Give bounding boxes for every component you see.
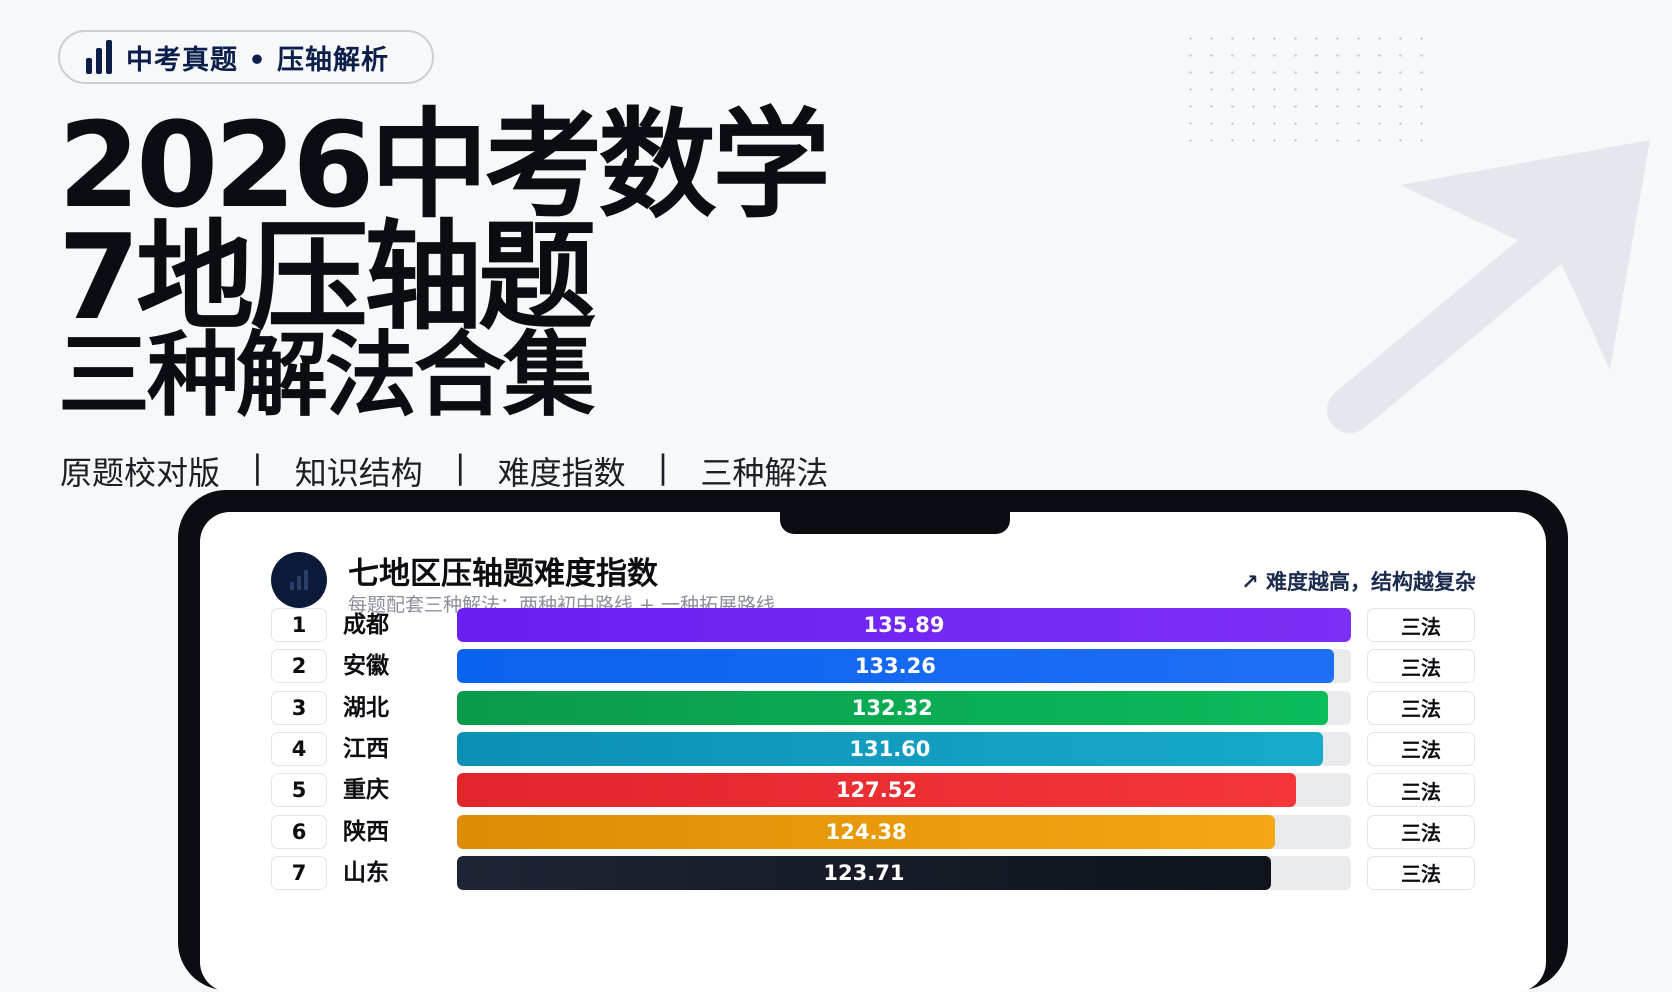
- feature-item: 知识结构: [294, 454, 423, 492]
- bar: 124.38: [457, 814, 1276, 849]
- bar: 132.32: [457, 690, 1328, 725]
- category-label: 山东: [343, 859, 389, 886]
- rank-badge: 5: [271, 773, 327, 808]
- rank-badge: 4: [271, 731, 327, 766]
- bar-chart-icon: [86, 40, 112, 74]
- feature-separator: |: [252, 448, 263, 486]
- category-label: 安徽: [343, 653, 389, 680]
- rank-badge: 2: [271, 649, 327, 684]
- badge-label: 中考真题 • 压轴解析: [126, 44, 390, 76]
- category-label: 陕西: [343, 818, 389, 845]
- category-label: 湖北: [343, 694, 389, 721]
- category-badge: 中考真题 • 压轴解析: [58, 30, 434, 84]
- method-tag: 三法: [1367, 608, 1475, 642]
- bar-track: 133.26: [457, 649, 1351, 684]
- method-tag: 三法: [1367, 855, 1475, 890]
- chart-legend-note: ↗ 难度越高，结构越复杂: [1241, 570, 1476, 594]
- trend-arrow-icon: [1327, 140, 1650, 433]
- feature-list: 原题校对版 | 知识结构 | 难度指数 | 三种解法: [60, 448, 828, 494]
- bar-value-label: 131.60: [849, 736, 931, 761]
- dot-grid-decoration: [1180, 30, 1430, 150]
- bar-value-label: 124.38: [825, 819, 907, 844]
- bar-row: 7 山东 123.71 三法: [271, 855, 1475, 892]
- rank-badge: 3: [271, 690, 327, 725]
- category-label: 江西: [343, 735, 389, 762]
- bar-row: 5 重庆 127.52 三法: [271, 773, 1475, 809]
- category-label: 重庆: [343, 777, 389, 804]
- bar-track: 123.71: [457, 855, 1351, 890]
- bar: 131.60: [457, 731, 1323, 766]
- method-tag: 三法: [1367, 731, 1475, 766]
- feature-item: 原题校对版: [60, 454, 221, 492]
- bar-row: 1 成都 135.89 三法: [271, 608, 1475, 644]
- bar-track: 132.32: [457, 690, 1351, 725]
- method-tag: 三法: [1367, 814, 1475, 849]
- tablet-frame: 七地区压轴题难度指数 每题配套三种解法：两种初中路线 + 一种拓展路线 ↗ 难度…: [178, 490, 1568, 992]
- rank-badge: 6: [271, 814, 327, 849]
- method-tag: 三法: [1367, 649, 1475, 684]
- chart-logo-icon: [271, 552, 327, 608]
- bar-value-label: 133.26: [854, 654, 936, 679]
- chart-card: 七地区压轴题难度指数 每题配套三种解法：两种初中路线 + 一种拓展路线 ↗ 难度…: [200, 512, 1546, 992]
- bar-row: 4 江西 131.60 三法: [271, 731, 1475, 768]
- bar: 133.26: [457, 649, 1334, 684]
- bar-track: 127.52: [457, 773, 1351, 808]
- bar: 123.71: [457, 855, 1271, 890]
- method-tag: 三法: [1367, 690, 1475, 725]
- hero-title-line-3: 三种解法合集: [58, 322, 595, 429]
- rank-badge: 7: [271, 855, 327, 890]
- bar-track: 131.60: [457, 731, 1351, 766]
- bar-track: 124.38: [457, 814, 1351, 849]
- device-notch: [780, 512, 1010, 534]
- bar-row: 6 陕西 124.38 三法: [271, 814, 1475, 851]
- bar-row: 2 安徽 133.26 三法: [271, 649, 1475, 685]
- method-tag: 三法: [1367, 773, 1475, 808]
- feature-item: 难度指数: [497, 454, 626, 492]
- category-label: 成都: [343, 612, 389, 638]
- feature-item: 三种解法: [700, 454, 829, 492]
- bar: 135.89: [457, 608, 1351, 642]
- chart-title: 七地区压轴题难度指数: [348, 556, 658, 592]
- bar-value-label: 132.32: [851, 695, 933, 720]
- bar-value-label: 127.52: [835, 778, 917, 803]
- hero-title-line-2: 7地压轴题: [58, 208, 596, 346]
- feature-separator: |: [454, 448, 466, 486]
- bar-value-label: 123.71: [823, 860, 905, 885]
- bar-row: 3 湖北 132.32 三法: [271, 690, 1475, 727]
- feature-separator: |: [657, 448, 669, 486]
- bar-track: 135.89: [457, 608, 1351, 642]
- bar-value-label: 135.89: [863, 613, 945, 637]
- rank-badge: 1: [271, 608, 327, 642]
- bar: 127.52: [457, 773, 1296, 808]
